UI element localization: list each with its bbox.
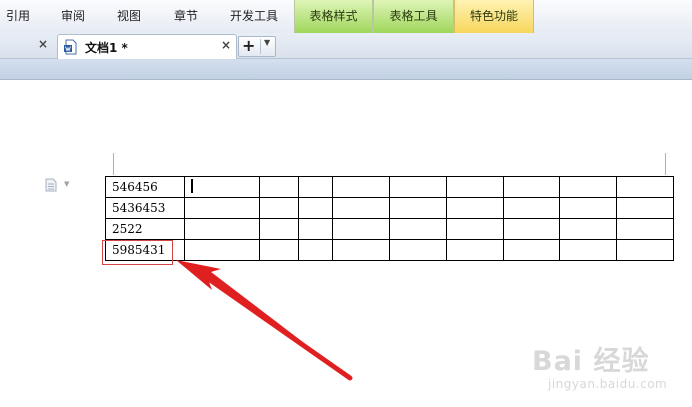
watermark-logo: Bai 经验 jingyan.baidu.com — [528, 337, 688, 399]
watermark-url: jingyan.baidu.com — [548, 377, 668, 391]
watermark-title: Bai 经验 — [532, 346, 650, 377]
